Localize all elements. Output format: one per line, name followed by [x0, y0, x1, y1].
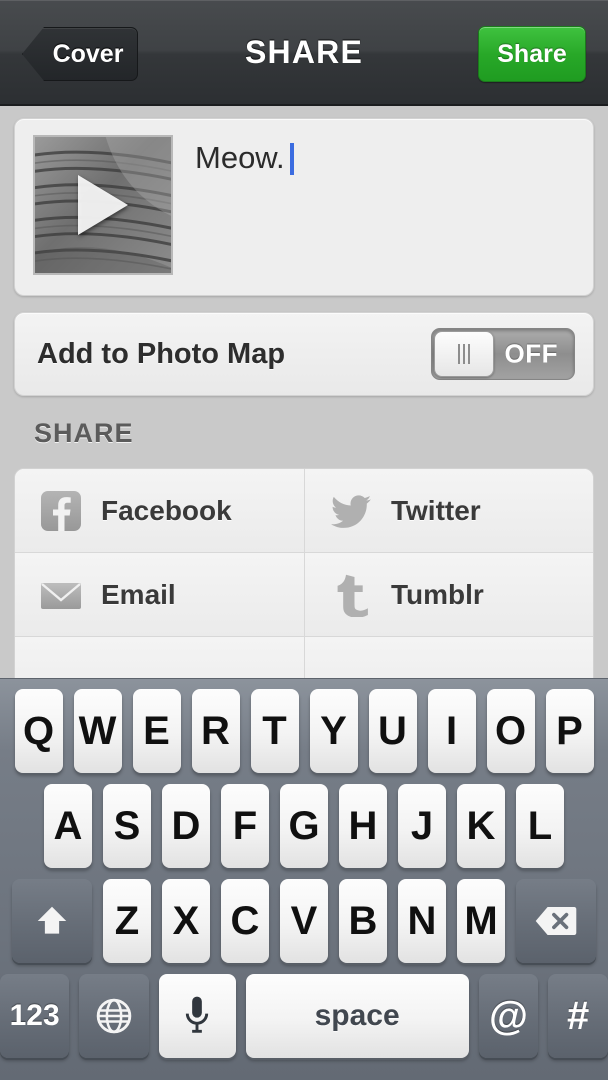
on-screen-keyboard[interactable]: QWERTYUIOP ASDFGHJKL ZXCVBNM 123 space @… [0, 678, 608, 1080]
share-option-label: Twitter [391, 494, 481, 526]
share-screen: SHARE Cover Share Meow. Add to Photo Map… [0, 0, 608, 1080]
photo-map-toggle[interactable]: OFF [431, 328, 575, 380]
share-option-label: Email [101, 578, 176, 610]
photo-map-row[interactable]: Add to Photo Map OFF [14, 312, 594, 396]
key-v[interactable]: V [280, 879, 328, 963]
share-section-header: SHARE [34, 418, 134, 448]
key-w[interactable]: W [73, 689, 122, 773]
key-r[interactable]: R [191, 689, 240, 773]
backspace-key[interactable] [516, 879, 596, 963]
keyboard-row-1: QWERTYUIOP [0, 689, 608, 773]
tumblr-icon [337, 574, 368, 617]
share-option-label: Tumblr [391, 578, 484, 610]
share-option-extra-right[interactable] [304, 637, 593, 678]
share-button[interactable]: Share [478, 26, 586, 82]
toggle-knob[interactable] [434, 331, 494, 377]
globe-key[interactable] [79, 974, 149, 1058]
caption-value: Meow. [195, 140, 285, 175]
key-g[interactable]: G [280, 784, 328, 868]
key-y[interactable]: Y [309, 689, 358, 773]
key-t[interactable]: T [250, 689, 299, 773]
at-key[interactable]: @ [478, 974, 539, 1058]
twitter-icon [331, 494, 371, 528]
play-icon [78, 175, 128, 235]
keyboard-row-2: ASDFGHJKL [0, 784, 608, 868]
keyboard-row-3: ZXCVBNM [0, 879, 608, 963]
key-c[interactable]: C [221, 879, 269, 963]
space-key[interactable]: space [245, 974, 469, 1058]
key-n[interactable]: N [398, 879, 446, 963]
key-z[interactable]: Z [103, 879, 151, 963]
share-option-tumblr[interactable]: Tumblr [304, 553, 593, 636]
toggle-state-label: OFF [504, 338, 558, 369]
content-area: Meow. Add to Photo Map OFF SHARE Faceboo… [0, 106, 608, 678]
key-f[interactable]: F [221, 784, 269, 868]
key-s[interactable]: S [103, 784, 151, 868]
caption-card[interactable]: Meow. [14, 118, 594, 296]
share-row: Facebook Twitter [15, 469, 593, 553]
share-button-label: Share [497, 39, 567, 68]
share-option-facebook[interactable]: Facebook [15, 469, 304, 552]
back-button-label: Cover [52, 39, 124, 68]
key-d[interactable]: D [162, 784, 210, 868]
microphone-icon [185, 996, 209, 1033]
key-u[interactable]: U [368, 689, 417, 773]
caption-input[interactable]: Meow. [195, 140, 294, 295]
navigation-bar: SHARE Cover Share [0, 0, 608, 106]
key-q[interactable]: Q [14, 689, 63, 773]
share-option-twitter[interactable]: Twitter [304, 469, 593, 552]
text-cursor [289, 143, 294, 175]
key-h[interactable]: H [339, 784, 387, 868]
share-option-extra-left[interactable] [15, 637, 304, 678]
photo-map-label: Add to Photo Map [37, 337, 286, 370]
key-o[interactable]: O [486, 689, 535, 773]
share-services-grid: Facebook Twitter Email Tumblr [14, 468, 594, 678]
video-thumbnail[interactable] [33, 135, 173, 275]
key-i[interactable]: I [427, 689, 476, 773]
key-l[interactable]: L [516, 784, 564, 868]
backspace-icon [535, 907, 577, 935]
share-option-email[interactable]: Email [15, 553, 304, 636]
globe-icon [96, 998, 132, 1034]
email-icon [41, 582, 81, 609]
key-e[interactable]: E [132, 689, 181, 773]
hash-key[interactable]: # [548, 974, 608, 1058]
key-x[interactable]: X [162, 879, 210, 963]
dictation-key[interactable] [158, 974, 236, 1058]
key-b[interactable]: B [339, 879, 387, 963]
share-option-label: Facebook [101, 494, 232, 526]
numbers-key[interactable]: 123 [0, 974, 70, 1058]
shift-key[interactable] [12, 879, 92, 963]
facebook-icon [41, 490, 81, 531]
key-k[interactable]: K [457, 784, 505, 868]
back-button-cover[interactable]: Cover [22, 27, 138, 81]
key-a[interactable]: A [44, 784, 92, 868]
shift-icon [37, 906, 67, 934]
key-j[interactable]: J [398, 784, 446, 868]
share-row-partial [15, 637, 593, 678]
share-row: Email Tumblr [15, 553, 593, 637]
keyboard-row-4: 123 space @ # [0, 974, 608, 1058]
key-p[interactable]: P [545, 689, 594, 773]
key-m[interactable]: M [457, 879, 505, 963]
